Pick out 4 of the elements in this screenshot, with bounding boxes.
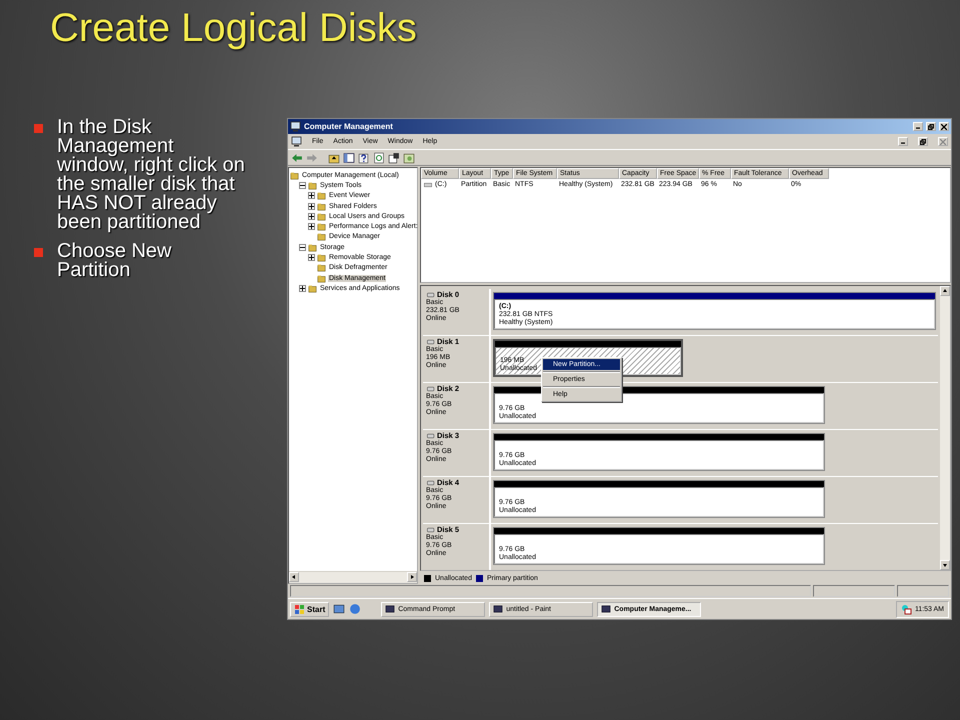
- bullet-text: In the Disk Management window, right click on the smaller disk that HAS NOT already been partitioned: [57, 118, 246, 232]
- slide-title: Create Logical Disks: [50, 6, 418, 52]
- bullet-text: Choose New Partition: [57, 242, 173, 280]
- window-title: Computer Management: [304, 122, 394, 131]
